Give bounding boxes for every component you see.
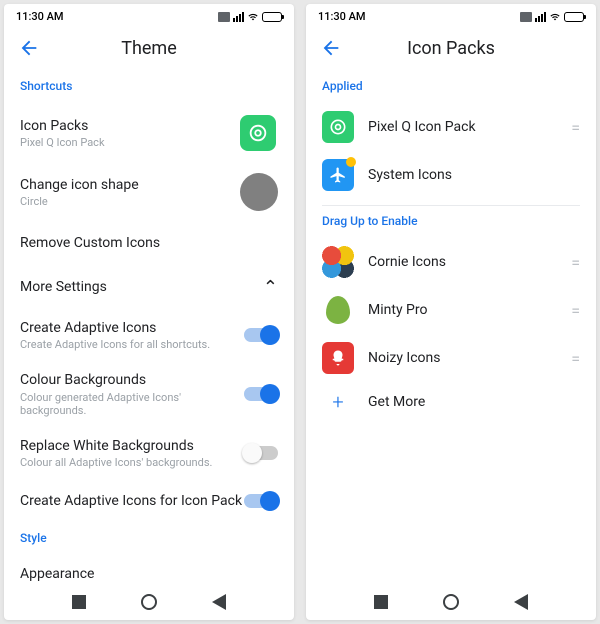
status-bar: 11:30 AM	[306, 4, 596, 29]
row-title: Remove Custom Icons	[20, 234, 160, 252]
row-title: Create Adaptive Icons for Icon Pack	[20, 492, 242, 510]
pack-pixelq[interactable]: Pixel Q Icon Pack =	[322, 103, 580, 151]
pack-title: Cornie Icons	[368, 254, 571, 270]
navigation-bar	[4, 584, 294, 620]
row-title: Change icon shape	[20, 176, 240, 194]
drag-handle-icon[interactable]: =	[571, 349, 580, 368]
row-subtitle: Colour all Adaptive Icons' backgrounds.	[20, 456, 244, 469]
pack-cornie[interactable]: Cornie Icons =	[322, 238, 580, 286]
page-title: Theme	[121, 38, 177, 59]
row-title: Icon Packs	[20, 117, 238, 135]
signal-icon	[535, 12, 546, 22]
minty-icon	[322, 294, 354, 326]
wifi-icon	[247, 12, 259, 22]
section-style: Style	[20, 531, 278, 545]
status-time: 11:30 AM	[16, 10, 64, 23]
phone-right-iconpacks: 11:30 AM Icon Packs Applied Pixel Q Icon…	[306, 4, 596, 620]
row-change-shape[interactable]: Change icon shape Circle	[20, 163, 278, 221]
settings-content: Shortcuts Icon Packs Pixel Q Icon Pack C…	[4, 71, 294, 584]
back-arrow-icon[interactable]	[320, 37, 342, 59]
header: Theme	[4, 29, 294, 71]
row-subtitle: Pixel Q Icon Pack	[20, 136, 238, 149]
row-replace-white[interactable]: Replace White Backgrounds Colour all Ada…	[20, 427, 278, 479]
row-create-adaptive-pack[interactable]: Create Adaptive Icons for Icon Pack	[20, 479, 278, 523]
pack-title: Noizy Icons	[368, 350, 571, 366]
section-shortcuts: Shortcuts	[20, 79, 278, 93]
row-get-more[interactable]: + Get More	[322, 382, 580, 422]
row-more-settings[interactable]: More Settings ⌃	[20, 265, 278, 309]
toggle-create-adaptive[interactable]	[244, 328, 278, 342]
back-arrow-icon[interactable]	[18, 37, 40, 59]
battery-icon	[564, 12, 584, 22]
nav-home-icon[interactable]	[443, 594, 459, 610]
status-icons	[218, 12, 282, 22]
row-subtitle: Circle	[20, 195, 240, 208]
pack-noizy[interactable]: Noizy Icons =	[322, 334, 580, 382]
status-bar: 11:30 AM	[4, 4, 294, 29]
drag-handle-icon[interactable]: =	[571, 301, 580, 320]
pack-title: System Icons	[368, 167, 580, 183]
status-icons	[520, 12, 584, 22]
cornie-icon	[322, 246, 354, 278]
nav-back-icon[interactable]	[212, 594, 226, 610]
row-remove-custom[interactable]: Remove Custom Icons	[20, 221, 278, 265]
get-more-label: Get More	[368, 394, 580, 410]
circle-shape-preview	[240, 173, 278, 211]
pixelq-icon	[322, 111, 354, 143]
pixelq-icon	[240, 115, 276, 151]
toggle-colour-bg[interactable]	[244, 387, 278, 401]
navigation-bar	[306, 584, 596, 620]
row-subtitle: Colour generated Adaptive Icons' backgro…	[20, 391, 244, 417]
toggle-replace-white[interactable]	[244, 446, 278, 460]
pack-minty[interactable]: Minty Pro =	[322, 286, 580, 334]
page-title: Icon Packs	[407, 38, 495, 59]
signal-icon	[233, 12, 244, 22]
divider	[322, 205, 580, 206]
pack-title: Pixel Q Icon Pack	[368, 119, 571, 135]
row-title: Create Adaptive Icons	[20, 319, 244, 337]
row-appearance[interactable]: Appearance Automatic (Matches Wallpaper)	[20, 555, 278, 584]
battery-icon	[262, 12, 282, 22]
row-icon-packs[interactable]: Icon Packs Pixel Q Icon Pack	[20, 103, 278, 163]
plus-icon: +	[322, 390, 354, 414]
noizy-icon	[322, 342, 354, 374]
iconpacks-content: Applied Pixel Q Icon Pack = System Icons…	[306, 71, 596, 584]
nav-recents-icon[interactable]	[374, 595, 388, 609]
row-colour-backgrounds[interactable]: Colour Backgrounds Colour generated Adap…	[20, 361, 278, 427]
wifi-icon	[549, 12, 561, 22]
pack-system[interactable]: System Icons	[322, 151, 580, 199]
sim-icon	[218, 12, 230, 22]
row-create-adaptive[interactable]: Create Adaptive Icons Create Adaptive Ic…	[20, 309, 278, 361]
section-dragup: Drag Up to Enable	[322, 214, 580, 228]
nav-home-icon[interactable]	[141, 594, 157, 610]
nav-back-icon[interactable]	[514, 594, 528, 610]
status-time: 11:30 AM	[318, 10, 366, 23]
row-title: More Settings	[20, 278, 107, 296]
row-title: Appearance	[20, 565, 278, 583]
row-title: Colour Backgrounds	[20, 371, 244, 389]
row-subtitle: Create Adaptive Icons for all shortcuts.	[20, 338, 244, 351]
row-title: Replace White Backgrounds	[20, 437, 244, 455]
header: Icon Packs	[306, 29, 596, 71]
section-applied: Applied	[322, 79, 580, 93]
toggle-adaptive-pack[interactable]	[244, 494, 278, 508]
drag-handle-icon[interactable]: =	[571, 118, 580, 137]
drag-handle-icon[interactable]: =	[571, 253, 580, 272]
sim-icon	[520, 12, 532, 22]
system-icon	[322, 159, 354, 191]
nav-recents-icon[interactable]	[72, 595, 86, 609]
icon-pack-preview	[238, 113, 278, 153]
pack-title: Minty Pro	[368, 302, 571, 318]
chevron-up-icon: ⌃	[263, 277, 278, 298]
phone-left-theme: 11:30 AM Theme Shortcuts Icon Packs Pixe…	[4, 4, 294, 620]
